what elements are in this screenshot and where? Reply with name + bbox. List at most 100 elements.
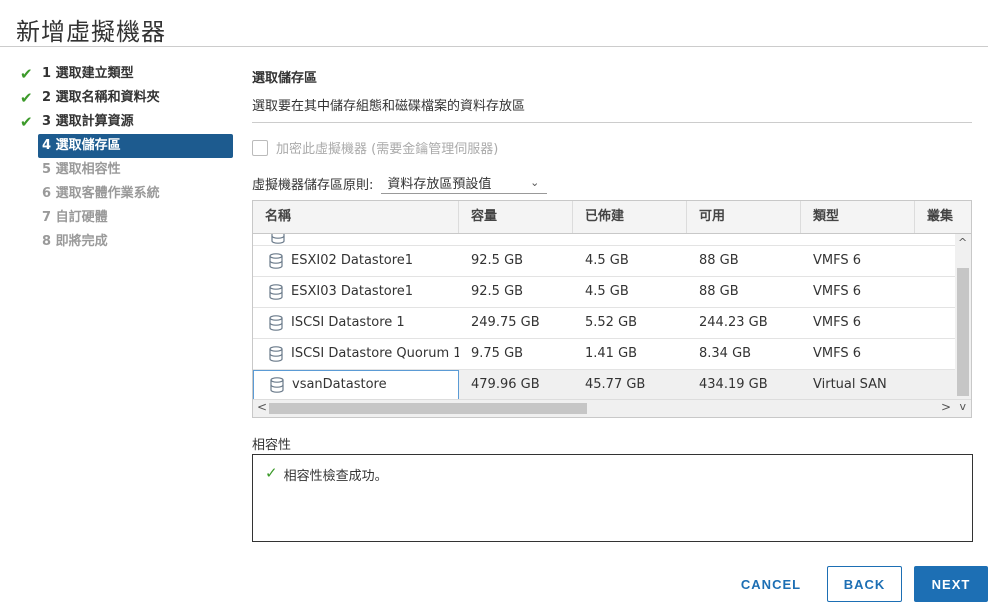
datastore-icon	[271, 234, 285, 244]
step-3[interactable]: ✔ 3 選取計算資源	[20, 110, 234, 134]
cell-capacity: 9.75 GB	[471, 346, 524, 361]
compatibility-label: 相容性	[252, 438, 292, 453]
chevron-up-icon[interactable]: ^	[958, 236, 967, 249]
cell-capacity: 92.5 GB	[471, 284, 524, 299]
cell-type: VMFS 6	[813, 253, 862, 268]
column-header-provisioned[interactable]: 已佈建	[573, 201, 687, 233]
datastore-icon	[269, 253, 283, 269]
step-4-active[interactable]: 4 選取儲存區	[38, 134, 233, 158]
datastore-name: ISCSI Datastore 1	[291, 315, 405, 330]
cell-type: VMFS 6	[813, 315, 862, 330]
cell-free: 434.19 GB	[699, 377, 768, 392]
compatibility-panel: ✓ 相容性檢查成功。	[252, 454, 973, 542]
step-5: 5 選取相容性	[20, 158, 234, 182]
datastore-name: vsanDatastore	[292, 377, 387, 392]
table-row[interactable]: ESXI03 Datastore1 92.5 GB 4.5 GB 88 GB V…	[253, 277, 955, 308]
vertical-scrollbar[interactable]: ^	[955, 234, 971, 400]
step-7: 7 自訂硬體	[20, 206, 234, 230]
cell-provisioned: 4.5 GB	[585, 284, 629, 299]
compatibility-message: 相容性檢查成功。	[283, 469, 388, 484]
datastore-icon	[270, 377, 284, 393]
column-header-free[interactable]: 可用	[687, 201, 801, 233]
step-label: 2 選取名稱和資料夾	[42, 90, 160, 105]
cell-capacity: 249.75 GB	[471, 315, 540, 330]
datastore-name: ESXI03 Datastore1	[291, 284, 414, 299]
cell-name: ISCSI Datastore 1	[253, 308, 459, 338]
window-title: 新增虛擬機器	[16, 18, 166, 46]
encrypt-option: 加密此虛擬機器 (需要金鑰管理伺服器)	[252, 138, 498, 157]
policy-label: 虛擬機器儲存區原則:	[252, 177, 374, 193]
cell-provisioned: 1.41 GB	[585, 346, 638, 361]
datastore-name: ESXI02 Datastore1	[291, 253, 414, 268]
column-header-cluster[interactable]: 叢集	[915, 201, 971, 233]
cell-capacity: 479.96 GB	[471, 377, 540, 392]
datastore-table: 名稱 容量 已佈建 可用 類型 叢集 ESXI02 Datastore1 92.…	[252, 200, 972, 418]
cell-capacity: 92.5 GB	[471, 253, 524, 268]
step-label: 7 自訂硬體	[42, 210, 108, 225]
table-row[interactable]: ISCSI Datastore Quorum 1 9.75 GB 1.41 GB…	[253, 339, 955, 370]
chevron-down-icon: ⌄	[530, 176, 540, 189]
vertical-scroll-thumb[interactable]	[957, 268, 969, 396]
cell-free: 8.34 GB	[699, 346, 752, 361]
cell-name: ISCSI Datastore Quorum 1	[253, 339, 459, 369]
step-1[interactable]: ✔ 1 選取建立類型	[20, 62, 234, 86]
cancel-button[interactable]: CANCEL	[730, 566, 812, 602]
step-6: 6 選取客體作業系統	[20, 182, 234, 206]
check-icon: ✔	[20, 113, 33, 131]
step-label: 1 選取建立類型	[42, 66, 134, 81]
cell-name: vsanDatastore	[253, 370, 459, 400]
cell-name: ESXI02 Datastore1	[253, 246, 459, 276]
cell-type: Virtual SAN	[813, 377, 887, 392]
step-label: 4 選取儲存區	[42, 138, 121, 153]
wizard-steps: ✔ 1 選取建立類型 ✔ 2 選取名稱和資料夾 ✔ 3 選取計算資源 4 選取儲存區 …	[20, 62, 234, 254]
column-header-name[interactable]: 名稱	[253, 201, 459, 233]
column-header-type[interactable]: 類型	[801, 201, 915, 233]
step-label: 6 選取客體作業系統	[42, 186, 160, 201]
section-title: 選取儲存區	[252, 71, 318, 86]
horizontal-scroll-thumb[interactable]	[269, 403, 587, 414]
check-icon: ✓	[265, 464, 278, 482]
encrypt-checkbox[interactable]	[252, 139, 268, 156]
cell-type: VMFS 6	[813, 346, 862, 361]
table-body: ESXI02 Datastore1 92.5 GB 4.5 GB 88 GB V…	[253, 234, 955, 400]
chevron-left-icon[interactable]: <	[257, 400, 267, 414]
datastore-icon	[269, 284, 283, 300]
chevron-right-icon[interactable]: >	[941, 400, 951, 414]
table-header: 名稱 容量 已佈建 可用 類型 叢集	[253, 201, 971, 234]
encrypt-label: 加密此虛擬機器 (需要金鑰管理伺服器)	[276, 142, 499, 157]
check-icon: ✔	[20, 65, 33, 83]
column-header-capacity[interactable]: 容量	[459, 201, 573, 233]
main-panel: 選取儲存區 選取要在其中儲存組態和磁碟檔案的資料存放區 加密此虛擬機器 (需要金…	[252, 62, 972, 194]
cell-free: 88 GB	[699, 253, 739, 268]
datastore-icon	[269, 315, 283, 331]
step-label: 8 即將完成	[42, 234, 108, 249]
datastore-icon	[269, 346, 283, 362]
cell-type: VMFS 6	[813, 284, 862, 299]
datastore-name: ISCSI Datastore Quorum 1	[291, 346, 459, 361]
cell-provisioned: 45.77 GB	[585, 377, 646, 392]
cell-name: ESXI03 Datastore1	[253, 277, 459, 307]
step-2[interactable]: ✔ 2 選取名稱和資料夾	[20, 86, 234, 110]
step-8: 8 即將完成	[20, 230, 234, 254]
table-row-partial[interactable]	[253, 234, 955, 246]
cell-free: 244.23 GB	[699, 315, 768, 330]
storage-policy: 虛擬機器儲存區原則: 資料存放區預設值 ⌄	[252, 172, 548, 194]
check-icon: ✔	[20, 89, 33, 107]
cell-free: 88 GB	[699, 284, 739, 299]
step-label: 3 選取計算資源	[42, 114, 134, 129]
back-button[interactable]: BACK	[827, 566, 902, 602]
table-row-selected[interactable]: vsanDatastore 479.96 GB 45.77 GB 434.19 …	[253, 370, 955, 400]
table-row[interactable]: ESXI02 Datastore1 92.5 GB 4.5 GB 88 GB V…	[253, 246, 955, 277]
section-divider	[252, 122, 972, 123]
horizontal-scrollbar[interactable]: < > v	[253, 399, 971, 417]
next-button[interactable]: NEXT	[914, 566, 988, 602]
policy-value: 資料存放區預設值	[387, 177, 492, 192]
section-subtitle: 選取要在其中儲存組態和磁碟檔案的資料存放區	[252, 99, 526, 114]
table-row[interactable]: ISCSI Datastore 1 249.75 GB 5.52 GB 244.…	[253, 308, 955, 339]
policy-select[interactable]: 資料存放區預設值 ⌄	[381, 172, 548, 194]
cell-provisioned: 4.5 GB	[585, 253, 629, 268]
cell-provisioned: 5.52 GB	[585, 315, 638, 330]
step-label: 5 選取相容性	[42, 162, 121, 177]
chevron-down-icon[interactable]: v	[959, 400, 966, 413]
title-divider	[0, 46, 988, 47]
